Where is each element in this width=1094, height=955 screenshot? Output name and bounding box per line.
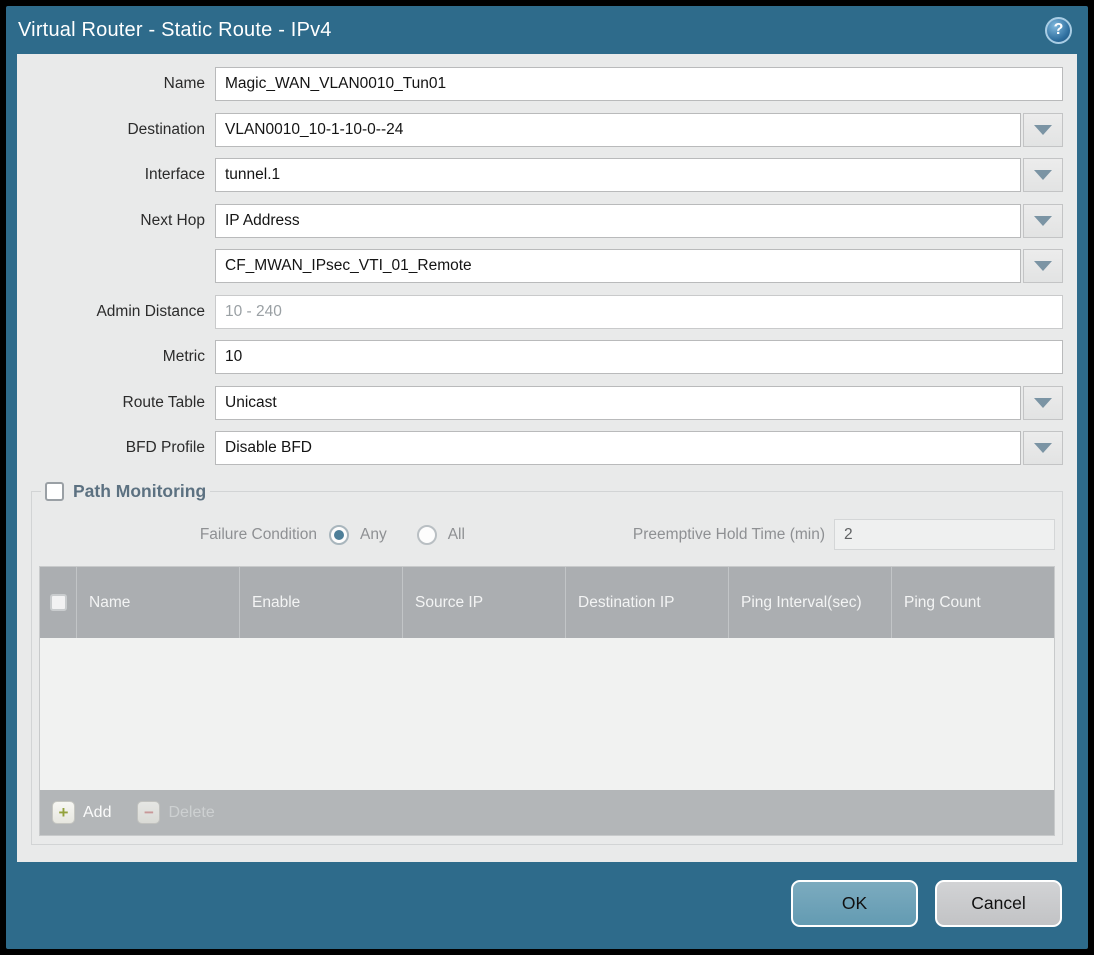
column-header-source-ip[interactable]: Source IP [403, 567, 566, 638]
dialog-content: Name Destination Interface Next Hop [17, 54, 1077, 862]
select-all-checkbox[interactable] [49, 594, 67, 611]
bfd-profile-label: BFD Profile [125, 439, 205, 456]
name-label: Name [163, 75, 205, 92]
next-hop-row: Next Hop [31, 203, 1063, 238]
metric-label: Metric [162, 348, 205, 365]
preemptive-hold-time-label: Preemptive Hold Time (min) [632, 525, 825, 543]
title-bar: Virtual Router - Static Route - IPv4 ? [6, 6, 1088, 54]
column-header-ping-count[interactable]: Ping Count [892, 567, 1054, 638]
next-hop-address-dropdown-button[interactable] [1023, 249, 1063, 283]
add-button[interactable]: + Add [52, 801, 111, 824]
help-icon[interactable]: ? [1045, 16, 1072, 44]
next-hop-type-combobox[interactable] [215, 203, 1021, 238]
name-input[interactable] [215, 67, 1063, 101]
minus-icon: − [137, 801, 161, 824]
chevron-down-icon [1034, 261, 1052, 271]
table-select-all-cell [40, 567, 77, 638]
path-monitoring-checkbox[interactable] [45, 482, 64, 501]
add-button-label: Add [83, 803, 112, 821]
bfd-profile-combobox[interactable] [215, 431, 1021, 465]
interface-label: Interface [144, 166, 205, 183]
table-body-empty [40, 638, 1054, 790]
radio-any-icon[interactable] [329, 524, 349, 545]
delete-button[interactable]: − Delete [137, 801, 215, 824]
column-header-destination-ip[interactable]: Destination IP [566, 567, 729, 638]
ok-button[interactable]: OK [791, 880, 918, 927]
route-table-row: Route Table [31, 385, 1063, 420]
preemptive-hold-time-group: Preemptive Hold Time (min) [633, 519, 1055, 550]
interface-row: Interface [31, 158, 1063, 192]
cancel-button[interactable]: Cancel [935, 880, 1062, 927]
column-header-enable[interactable]: Enable [240, 567, 403, 638]
path-monitoring-legend: Path Monitoring [41, 481, 210, 502]
chevron-down-icon [1034, 124, 1052, 135]
page-title: Virtual Router - Static Route - IPv4 [18, 18, 332, 41]
bfd-profile-row: BFD Profile [31, 431, 1063, 465]
destination-row: Destination [31, 112, 1063, 147]
chevron-down-icon [1034, 215, 1052, 226]
chevron-down-icon [1034, 397, 1052, 408]
failure-condition-row: Failure Condition Any All Preemptive Hol… [39, 519, 1055, 550]
table-toolbar: + Add − Delete [40, 790, 1054, 835]
radio-dot [334, 529, 344, 540]
next-hop-type-dropdown-button[interactable] [1023, 203, 1063, 238]
route-table-combobox[interactable] [215, 385, 1021, 420]
static-route-dialog: Virtual Router - Static Route - IPv4 ? N… [6, 6, 1088, 949]
path-monitoring-table: Name Enable Source IP Destination IP Pin… [39, 566, 1055, 836]
interface-dropdown-button[interactable] [1023, 158, 1063, 192]
next-hop-value-row [31, 249, 1063, 283]
admin-distance-input[interactable] [215, 294, 1063, 329]
radio-any-label: Any [360, 525, 387, 543]
radio-dot [422, 530, 432, 540]
failure-condition-all-option[interactable]: All [416, 524, 465, 545]
chevron-down-icon [1034, 170, 1052, 180]
preemptive-hold-time-input[interactable] [834, 519, 1055, 550]
next-hop-address-combobox[interactable] [215, 249, 1021, 283]
plus-icon: + [52, 801, 75, 824]
admin-distance-label: Admin Distance [96, 302, 205, 320]
destination-dropdown-button[interactable] [1023, 112, 1063, 147]
name-row: Name [31, 67, 1063, 101]
destination-combobox[interactable] [215, 112, 1021, 147]
table-header: Name Enable Source IP Destination IP Pin… [40, 567, 1054, 638]
radio-all-label: All [447, 525, 465, 543]
route-table-label: Route Table [122, 393, 205, 411]
bfd-profile-dropdown-button[interactable] [1023, 431, 1063, 465]
interface-combobox[interactable] [215, 158, 1021, 192]
next-hop-label: Next Hop [140, 211, 205, 229]
column-header-name[interactable]: Name [77, 567, 240, 638]
failure-condition-label: Failure Condition [199, 525, 317, 543]
dialog-footer: OK Cancel [6, 862, 1088, 949]
route-table-dropdown-button[interactable] [1023, 385, 1063, 420]
metric-input[interactable] [215, 340, 1063, 374]
column-header-ping-interval[interactable]: Ping Interval(sec) [729, 567, 892, 638]
chevron-down-icon [1034, 443, 1052, 453]
path-monitoring-title: Path Monitoring [73, 481, 207, 501]
path-monitoring-section: Path Monitoring Failure Condition Any Al… [31, 481, 1063, 845]
destination-label: Destination [127, 120, 205, 138]
metric-row: Metric [31, 340, 1063, 374]
failure-condition-any-option[interactable]: Any [329, 524, 387, 545]
delete-button-label: Delete [168, 803, 215, 821]
radio-all-icon[interactable] [416, 524, 437, 545]
admin-distance-row: Admin Distance [31, 294, 1063, 329]
